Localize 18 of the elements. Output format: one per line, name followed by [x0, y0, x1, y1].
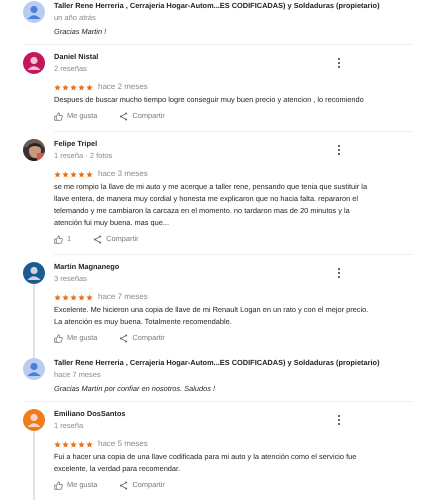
- more-options-icon[interactable]: [337, 57, 341, 69]
- avatar-icon: [23, 358, 45, 380]
- review-time: hace 5 meses: [98, 438, 148, 450]
- share-icon: [119, 112, 128, 120]
- review-time: hace 3 meses: [98, 168, 148, 180]
- thumbs-up-icon: [54, 112, 63, 120]
- share-icon: [119, 480, 128, 490]
- thumbs-up-icon: [54, 234, 63, 244]
- share-icon: [119, 334, 128, 342]
- thumbs-up-icon: [54, 480, 63, 490]
- more-options-icon[interactable]: [337, 144, 341, 156]
- share-icon: [93, 234, 102, 244]
- review-time: hace 2 meses: [98, 81, 148, 93]
- avatar-icon: [23, 1, 45, 23]
- more-options-icon[interactable]: [337, 267, 341, 279]
- review-time: hace 7 meses: [98, 291, 148, 303]
- more-options-icon[interactable]: [337, 414, 341, 426]
- thumbs-up-icon: [54, 334, 63, 342]
